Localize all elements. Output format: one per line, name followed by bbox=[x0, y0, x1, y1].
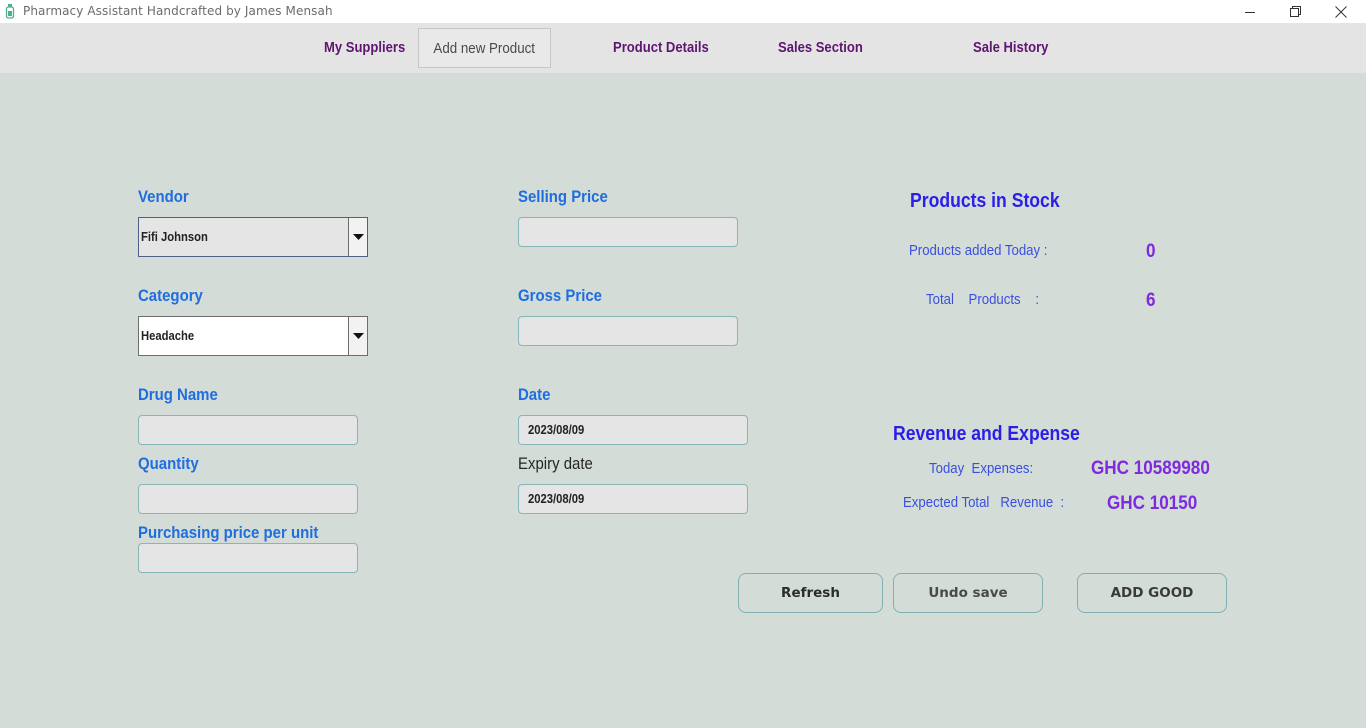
window-title: Pharmacy Assistant Handcrafted by James … bbox=[23, 4, 333, 18]
total-products-value: 6 bbox=[1146, 290, 1156, 311]
purchasing-price-label: Purchasing price per unit bbox=[138, 523, 319, 542]
minimize-icon bbox=[1245, 11, 1255, 13]
quantity-label: Quantity bbox=[138, 454, 199, 473]
category-dropdown-arrow[interactable] bbox=[348, 317, 367, 355]
caret-down-icon bbox=[352, 333, 364, 339]
gross-price-input[interactable] bbox=[518, 316, 738, 346]
drug-name-input[interactable] bbox=[138, 415, 358, 445]
category-label: Category bbox=[138, 286, 203, 305]
category-selected-value: Headache bbox=[141, 329, 195, 343]
products-added-today-value: 0 bbox=[1146, 241, 1156, 262]
vendor-selected-value: Fifi Johnson bbox=[141, 230, 208, 244]
pharmacy-app-icon bbox=[5, 4, 15, 19]
drug-name-label: Drug Name bbox=[138, 385, 218, 404]
total-products-label: Total Products : bbox=[926, 291, 1039, 308]
date-value: 2023/08/09 bbox=[528, 423, 585, 437]
close-icon bbox=[1335, 5, 1347, 18]
undo-save-button[interactable]: Undo save bbox=[893, 573, 1043, 613]
caret-down-icon bbox=[352, 234, 364, 240]
vendor-label: Vendor bbox=[138, 187, 189, 206]
add-good-button[interactable]: ADD GOOD bbox=[1077, 573, 1227, 613]
category-dropdown[interactable]: Headache bbox=[138, 316, 368, 356]
products-in-stock-heading: Products in Stock bbox=[910, 190, 1060, 212]
date-label: Date bbox=[518, 385, 551, 404]
expected-revenue-value: GHC 10150 bbox=[1107, 493, 1198, 514]
expiry-date-label: Expiry date bbox=[518, 454, 593, 473]
tab-add-new-product[interactable]: Add new Product bbox=[418, 28, 551, 68]
navigation-bar: My Suppliers Add new Product Product Det… bbox=[0, 23, 1366, 73]
expiry-date-input[interactable]: 2023/08/09 bbox=[518, 484, 748, 514]
tab-product-details[interactable]: Product Details bbox=[613, 28, 709, 68]
vendor-dropdown-arrow[interactable] bbox=[348, 218, 367, 256]
selling-price-label: Selling Price bbox=[518, 187, 608, 206]
vendor-dropdown[interactable]: Fifi Johnson bbox=[138, 217, 368, 257]
purchasing-price-input[interactable] bbox=[138, 543, 358, 573]
today-expenses-label: Today Expenses: bbox=[929, 460, 1034, 477]
title-bar: Pharmacy Assistant Handcrafted by James … bbox=[0, 0, 1366, 23]
tab-my-suppliers[interactable]: My Suppliers bbox=[324, 28, 405, 68]
revenue-expense-heading: Revenue and Expense bbox=[893, 423, 1080, 445]
quantity-input[interactable] bbox=[138, 484, 358, 514]
selling-price-input[interactable] bbox=[518, 217, 738, 247]
expected-revenue-label: Expected Total Revenue : bbox=[903, 494, 1065, 511]
restore-button[interactable] bbox=[1272, 0, 1318, 23]
refresh-button[interactable]: Refresh bbox=[738, 573, 883, 613]
close-button[interactable] bbox=[1318, 0, 1364, 23]
date-input[interactable]: 2023/08/09 bbox=[518, 415, 748, 445]
expiry-date-value: 2023/08/09 bbox=[528, 492, 585, 506]
minimize-button[interactable] bbox=[1227, 0, 1273, 23]
restore-icon bbox=[1289, 6, 1301, 17]
tab-add-new-product-label: Add new Product bbox=[433, 41, 536, 57]
today-expenses-value: GHC 10589980 bbox=[1091, 458, 1210, 479]
gross-price-label: Gross Price bbox=[518, 286, 602, 305]
tab-sales-section[interactable]: Sales Section bbox=[778, 28, 863, 68]
tab-sale-history[interactable]: Sale History bbox=[973, 28, 1048, 68]
products-added-today-label: Products added Today : bbox=[909, 242, 1048, 259]
